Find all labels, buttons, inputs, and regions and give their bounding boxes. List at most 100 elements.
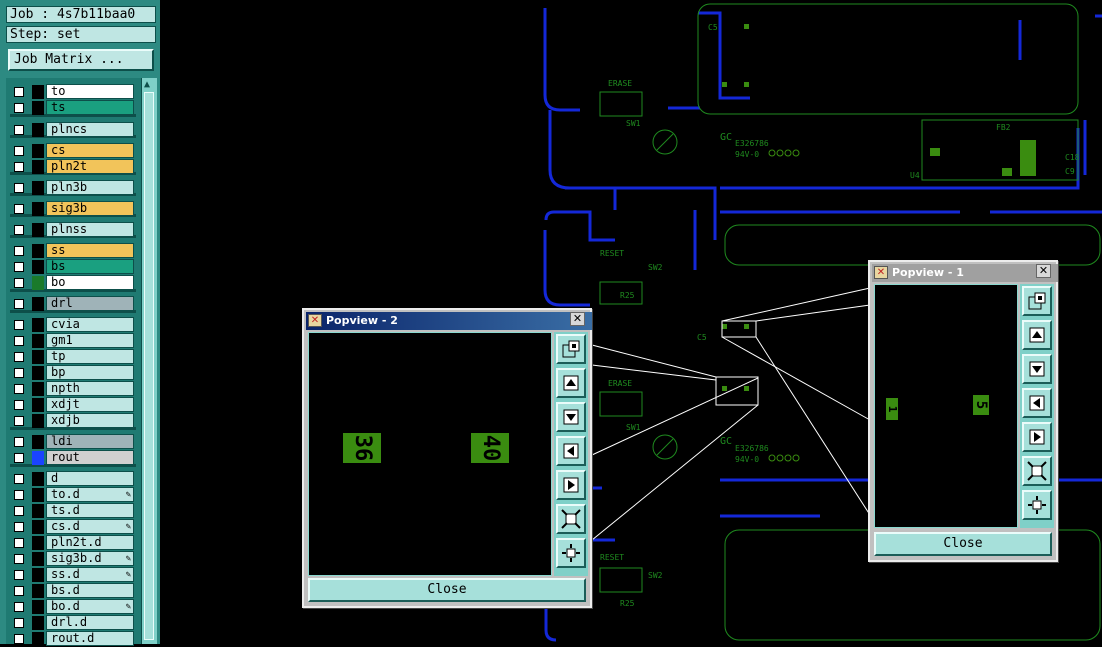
layer-work-indicator[interactable] [32,536,44,550]
layer-row[interactable]: bs [6,259,140,275]
pan-up-icon[interactable] [1022,320,1052,350]
layer-checkbox[interactable] [14,352,24,362]
layer-row[interactable]: pln2t [6,159,140,175]
layer-label[interactable]: ss [46,243,134,258]
layer-work-indicator[interactable] [32,414,44,428]
layer-checkbox[interactable] [14,490,24,500]
pan-up-icon[interactable] [556,368,586,398]
zoom-out-icon[interactable] [1022,490,1052,520]
layer-label[interactable]: bo.d ✎ [46,599,134,614]
layer-checkbox[interactable] [14,506,24,516]
layer-row[interactable]: xdjb [6,413,140,429]
layer-work-indicator[interactable] [32,488,44,502]
layer-work-indicator[interactable] [32,472,44,486]
layer-checkbox[interactable] [14,522,24,532]
popview-2-titlebar[interactable]: ✕ Popview - 2 [306,312,592,330]
pan-left-icon[interactable] [1022,388,1052,418]
layer-label[interactable]: sig3b.d ✎ [46,551,134,566]
popview-1-canvas[interactable]: 1 5 [874,284,1018,528]
layer-work-indicator[interactable] [32,520,44,534]
zoom-in-icon[interactable] [556,504,586,534]
popview-1-window[interactable]: ✕ Popview - 1 ✕ 1 5 Close [868,260,1058,562]
layer-row[interactable]: d [6,471,140,487]
layer-row[interactable]: ts.d [6,503,140,519]
popview-2-close-button[interactable]: Close [308,578,586,602]
layer-checkbox[interactable] [14,125,24,135]
layer-work-indicator[interactable] [32,435,44,449]
layer-checkbox[interactable] [14,586,24,596]
job-matrix-button[interactable]: Job Matrix ... [8,49,154,71]
layer-checkbox[interactable] [14,320,24,330]
layer-checkbox[interactable] [14,103,24,113]
layer-row[interactable]: gm1 [6,333,140,349]
layer-work-indicator[interactable] [32,297,44,311]
layer-checkbox[interactable] [14,183,24,193]
layer-checkbox[interactable] [14,453,24,463]
layer-row[interactable]: bs.d [6,583,140,599]
layer-work-indicator[interactable] [32,350,44,364]
layer-row[interactable]: bo [6,275,140,291]
layer-row[interactable]: pln3b [6,180,140,196]
layer-label[interactable]: cs [46,143,134,158]
zoom-out-icon[interactable] [556,538,586,568]
layer-label[interactable]: to [46,84,134,99]
layer-label[interactable]: gm1 [46,333,134,348]
layer-work-indicator[interactable] [32,552,44,566]
layer-work-indicator[interactable] [32,568,44,582]
layer-checkbox[interactable] [14,225,24,235]
close-icon[interactable]: ✕ [1036,264,1051,278]
layer-work-indicator[interactable] [32,144,44,158]
layer-checkbox[interactable] [14,87,24,97]
layer-row[interactable]: tp [6,349,140,365]
layer-checkbox[interactable] [14,146,24,156]
layer-row[interactable]: ts [6,100,140,116]
layer-label[interactable]: to.d ✎ [46,487,134,502]
layer-label[interactable]: ts [46,100,134,115]
layer-label[interactable]: drl.d [46,615,134,630]
layer-row[interactable]: pln2t.d [6,535,140,551]
layer-label[interactable]: pln2t.d [46,535,134,550]
layer-label[interactable]: d [46,471,134,486]
layer-work-indicator[interactable] [32,616,44,630]
layer-label[interactable]: plnss [46,222,134,237]
pan-right-icon[interactable] [1022,422,1052,452]
popview-2-window[interactable]: ✕ Popview - 2 ✕ 36 40 Close [302,308,592,608]
zoom-in-icon[interactable] [1022,456,1052,486]
layer-work-indicator[interactable] [32,181,44,195]
layer-row[interactable]: sig3b [6,201,140,217]
layer-row[interactable]: ss.d ✎ [6,567,140,583]
layer-work-indicator[interactable] [32,451,44,465]
layer-work-indicator[interactable] [32,85,44,99]
layer-row[interactable]: rout.d [6,631,140,647]
zoom-fit-icon[interactable] [556,334,586,364]
layer-label[interactable]: bs.d [46,583,134,598]
layer-work-indicator[interactable] [32,160,44,174]
pan-left-icon[interactable] [556,436,586,466]
layer-checkbox[interactable] [14,618,24,628]
layer-row[interactable]: bp [6,365,140,381]
layer-checkbox[interactable] [14,554,24,564]
layer-label[interactable]: cvia [46,317,134,332]
layer-checkbox[interactable] [14,400,24,410]
layer-work-indicator[interactable] [32,101,44,115]
layer-checkbox[interactable] [14,278,24,288]
layer-checkbox[interactable] [14,634,24,644]
close-icon[interactable]: ✕ [570,312,585,326]
pan-right-icon[interactable] [556,470,586,500]
layer-row[interactable]: plncs [6,122,140,138]
layer-checkbox[interactable] [14,437,24,447]
layer-work-indicator[interactable] [32,318,44,332]
layer-row[interactable]: ldi [6,434,140,450]
layer-label[interactable]: pln2t [46,159,134,174]
layer-label[interactable]: drl [46,296,134,311]
layer-list-scrollbar[interactable]: ▲ [141,78,157,644]
layer-row[interactable]: ss [6,243,140,259]
layer-work-indicator[interactable] [32,334,44,348]
layer-checkbox[interactable] [14,204,24,214]
layer-work-indicator[interactable] [32,276,44,290]
layer-row[interactable]: xdjt [6,397,140,413]
layer-work-indicator[interactable] [32,260,44,274]
layer-label[interactable]: xdjb [46,413,134,428]
layer-work-indicator[interactable] [32,504,44,518]
layer-checkbox[interactable] [14,384,24,394]
